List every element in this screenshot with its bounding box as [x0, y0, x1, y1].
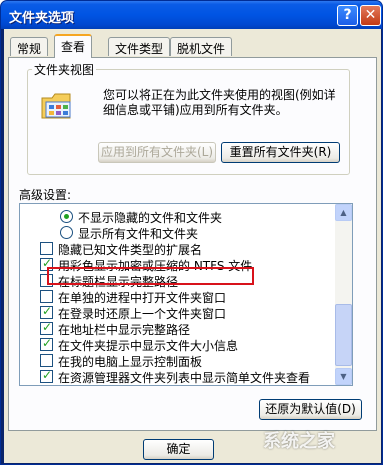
setting-row[interactable]: 隐藏已知文件类型的扩展名	[20, 240, 333, 257]
highlight-box	[47, 267, 254, 285]
tab-general[interactable]: 常规	[10, 37, 49, 56]
scroll-down-button[interactable]: ▼	[335, 368, 352, 385]
help-button[interactable]: ?	[337, 5, 358, 26]
folder-view-icon	[41, 93, 71, 119]
watermark-text: 系统之家	[263, 431, 335, 452]
setting-row[interactable]: 在登录时还原上一个文件夹窗口	[20, 304, 333, 321]
close-button[interactable]: ✕	[360, 5, 381, 26]
checkbox[interactable]	[40, 242, 53, 255]
setting-row[interactable]: 不显示隐藏的文件和文件夹	[20, 208, 333, 225]
setting-row[interactable]: 显示所有文件和文件夹	[20, 224, 333, 241]
apply-to-all-folders-button[interactable]: 应用到所有文件夹(L)	[98, 142, 216, 163]
folder-views-legend: 文件夹视图	[34, 63, 95, 77]
ok-button[interactable]: 确定	[143, 439, 214, 460]
setting-row[interactable]: 在我的电脑上显示控制面板	[20, 352, 333, 369]
scroll-up-button[interactable]: ▲	[335, 204, 352, 221]
checkbox[interactable]	[40, 336, 53, 351]
setting-row[interactable]: 在地址栏中显示完整路径	[20, 320, 333, 337]
dialog-client: 常规 查看 文件类型 脱机文件 文件夹视图 您可以将正在为此文件夹使用的视图(例…	[4, 29, 381, 463]
setting-row[interactable]: 在资源管理器文件夹列表中显示简单文件夹查看	[20, 368, 333, 385]
watermark: 系统之家	[219, 413, 382, 464]
folder-views-description: 您可以将正在为此文件夹使用的视图(例如详细信息或平铺)应用到所有文件夹。	[103, 88, 336, 117]
folder-views-group: 文件夹视图 您可以将正在为此文件夹使用的视图(例如详细信息或平铺)应用到所有文件…	[27, 61, 350, 175]
checkbox[interactable]	[40, 354, 53, 367]
advanced-settings-label: 高级设置:	[19, 188, 72, 202]
title-bar[interactable]: 文件夹选项 ? ✕	[1, 1, 382, 29]
setting-label: 在资源管理器文件夹列表中显示简单文件夹查看	[58, 371, 311, 385]
folder-options-window: 文件夹选项 ? ✕ 常规 查看 文件类型 脱机文件 文件夹视图 您可以将正在为此…	[0, 0, 383, 465]
checkbox[interactable]	[40, 304, 53, 319]
reset-all-folders-button[interactable]: 重置所有文件夹(R)	[221, 142, 340, 163]
checkbox[interactable]	[40, 290, 53, 303]
advanced-settings-list[interactable]: ▲ ▼ 不显示隐藏的文件和文件夹显示所有文件和文件夹隐藏已知文件类型的扩展名用彩…	[19, 203, 353, 386]
checkbox[interactable]	[40, 320, 53, 335]
tab-view[interactable]: 查看	[54, 34, 93, 58]
setting-row[interactable]: 在单独的进程中打开文件夹窗口	[20, 288, 333, 305]
checkbox[interactable]	[40, 368, 53, 383]
tab-file-types[interactable]: 文件类型	[108, 37, 171, 56]
setting-row[interactable]: 在文件夹提示中显示文件大小信息	[20, 336, 333, 353]
vertical-scrollbar[interactable]: ▲ ▼	[335, 204, 352, 385]
radio-button[interactable]	[60, 210, 73, 223]
window-title: 文件夹选项	[9, 11, 75, 26]
view-tab-panel: 文件夹视图 您可以将正在为此文件夹使用的视图(例如详细信息或平铺)应用到所有文件…	[8, 57, 377, 431]
scroll-thumb[interactable]	[335, 304, 352, 366]
tab-offline-files[interactable]: 脱机文件	[170, 37, 233, 56]
radio-button[interactable]	[60, 226, 73, 239]
